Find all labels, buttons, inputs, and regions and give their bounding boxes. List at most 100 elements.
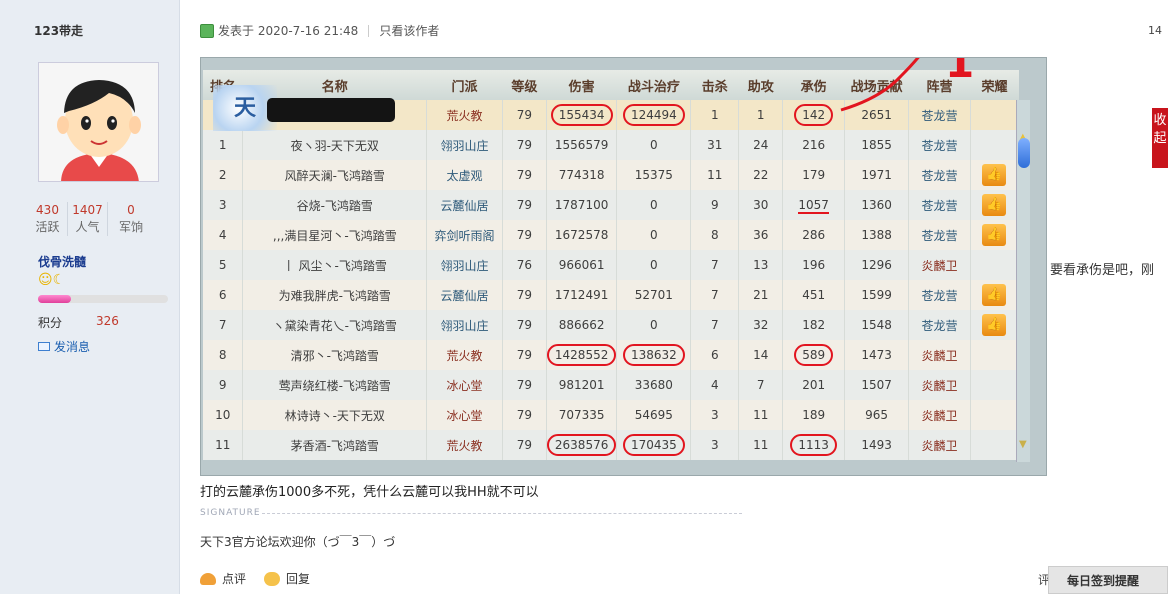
online-icon xyxy=(200,23,214,38)
daily-checkin-button[interactable]: 每日签到提醒 xyxy=(1048,566,1168,594)
cell-heal: 170435 xyxy=(616,430,692,460)
annotation-arrow xyxy=(840,58,920,112)
cell-assists: 13 xyxy=(738,250,784,280)
circled-value: 589 xyxy=(794,344,834,366)
cell-taken: 1057 xyxy=(782,190,846,220)
cell-sect: 云麓仙居 xyxy=(426,190,503,220)
next-post-preview: 要看承伤是吧，刚 xyxy=(1050,263,1155,278)
cell-level: 79 xyxy=(502,190,547,220)
cell-level: 79 xyxy=(502,160,547,190)
cell-heal: 33680 xyxy=(616,370,692,400)
cell-level: 79 xyxy=(502,220,547,250)
level-bar-fill xyxy=(38,295,71,303)
table-row[interactable]: 2 风醉天澜-飞鸿踏雪 太虚观 79 774318 15375 11 22 179 1971 苍龙营… xyxy=(203,160,1020,190)
cell-name: 莺声绕红楼-飞鸿踏雪 xyxy=(242,370,428,400)
stat-active[interactable]: 430 活跃 xyxy=(28,202,68,236)
cell-rank: 7 xyxy=(203,310,244,340)
cell-honor xyxy=(970,340,1020,370)
cell-contrib: 965 xyxy=(844,400,910,430)
cell-heal: 52701 xyxy=(616,280,692,310)
cell-honor xyxy=(970,250,1020,280)
table-row[interactable]: 10 林诗诗丶-天下无双 冰心堂 79 707335 54695 3 11 189 965 炎麟卫 xyxy=(203,400,1020,430)
cell-assists: 7 xyxy=(738,370,784,400)
cell-honor: 👍 xyxy=(970,190,1020,220)
credit-label: 积分 xyxy=(38,316,63,330)
cell-assists: 30 xyxy=(738,190,784,220)
cell-name: 林诗诗丶-天下无双 xyxy=(242,400,428,430)
cell-rank: 4 xyxy=(203,220,244,250)
cell-contrib: 1493 xyxy=(844,430,910,460)
post-image-battle-stats: 排名名称门派等级伤害战斗治疗击杀助攻承伤战场贡献阵营荣耀 荒火教79155434… xyxy=(200,57,1047,476)
stat-popularity[interactable]: 1407 人气 xyxy=(68,202,108,236)
mail-icon xyxy=(38,342,50,351)
level-bar xyxy=(38,295,168,303)
cell-damage: 981201 xyxy=(546,370,618,400)
cell-name: ,,,满目星河丶-飞鸿踏雪 xyxy=(242,220,428,250)
username[interactable]: 123带走 xyxy=(34,22,83,39)
reply-icon xyxy=(264,571,281,586)
user-panel: 123带走 430 活跃 1407 人气 0 军饷 伐骨洗髓 ☺☾ 积分 326… xyxy=(0,0,180,594)
scroll-thumb[interactable] xyxy=(1018,138,1030,168)
cell-sect: 荒火教 xyxy=(426,430,503,460)
cell-contrib: 1388 xyxy=(844,220,910,250)
thumbs-up-icon[interactable]: 👍 xyxy=(982,194,1007,216)
cell-name: 清邪丶-飞鸿踏雪 xyxy=(242,340,428,370)
cell-assists: 21 xyxy=(738,280,784,310)
cell-honor: 👍 xyxy=(970,280,1020,310)
cell-level: 79 xyxy=(502,280,547,310)
cell-sect: 翎羽山庄 xyxy=(426,250,503,280)
thumbs-up-icon[interactable]: 👍 xyxy=(982,164,1007,186)
cell-rank: 11 xyxy=(203,430,244,460)
cell-damage: 1712491 xyxy=(546,280,618,310)
cell-name: 丨 风尘丶-飞鸿踏雪 xyxy=(242,250,428,280)
cell-rank: 10 xyxy=(203,400,244,430)
thumbs-up-icon[interactable]: 👍 xyxy=(982,224,1007,246)
send-message-link[interactable]: 发消息 xyxy=(38,338,90,355)
cell-damage: 886662 xyxy=(546,310,618,340)
cell-name: 风醉天澜-飞鸿踏雪 xyxy=(242,160,428,190)
cell-contrib: 1473 xyxy=(844,340,910,370)
comment-button[interactable]: 点评 xyxy=(222,570,246,587)
cell-rank: 2 xyxy=(203,160,244,190)
cell-honor: 👍 xyxy=(970,160,1020,190)
table-row[interactable]: 4 ,,,满目星河丶-飞鸿踏雪 弈剑听雨阁 79 1672578 0 8 36 286 1388 苍… xyxy=(203,220,1020,250)
cell-damage: 2638576 xyxy=(546,430,618,460)
circled-value: 170435 xyxy=(622,434,685,456)
table-row[interactable]: 11 茅香酒-飞鸿踏雪 荒火教 79 2638576 170435 3 11 1113 1493 炎… xyxy=(203,430,1020,460)
user-group[interactable]: 伐骨洗髓 xyxy=(38,253,86,270)
table-row[interactable]: 8 清邪丶-飞鸿踏雪 荒火教 79 1428552 138632 6 14 589 1473 炎麟卫 xyxy=(203,340,1020,370)
credit-value: 326 xyxy=(96,314,119,328)
avatar[interactable] xyxy=(38,62,159,182)
cell-honor xyxy=(970,400,1020,430)
cell-taken: 589 xyxy=(782,340,846,370)
author-only-link[interactable]: 只看该作者 xyxy=(379,22,439,39)
scrollbar[interactable]: ▲ ▼ xyxy=(1016,100,1030,462)
table-row[interactable]: 5丨 风尘丶-飞鸿踏雪 翎羽山庄 76 966061 0 7 13 196 1296 炎麟卫 xyxy=(203,250,1020,280)
cell-taken: 182 xyxy=(782,310,846,340)
table-row[interactable]: 6 为难我胖虎-飞鸿踏雪 云麓仙居 79 1712491 52701 7 21 451 1599 苍… xyxy=(203,280,1020,310)
scroll-down-icon[interactable]: ▼ xyxy=(1019,439,1027,450)
cell-damage: 966061 xyxy=(546,250,618,280)
send-message-label: 发消息 xyxy=(54,340,91,354)
thumbs-up-icon[interactable]: 👍 xyxy=(982,314,1007,336)
cell-heal: 0 xyxy=(616,310,692,340)
cell-honor: 👍 xyxy=(970,310,1020,340)
table-row[interactable]: 9 莺声绕红楼-飞鸿踏雪 冰心堂 79 981201 33680 4 7 201 1507 炎麟卫 xyxy=(203,370,1020,400)
cell-name: ヽ黛染青花乀-飞鸿踏雪 xyxy=(242,310,428,340)
cell-camp: 炎麟卫 xyxy=(908,250,971,280)
cell-assists: 14 xyxy=(738,340,784,370)
favorite-tab[interactable]: 收起 xyxy=(1152,108,1168,168)
comment-icon xyxy=(200,572,216,585)
cell-camp: 苍龙营 xyxy=(908,310,971,340)
floor-number[interactable]: 14 xyxy=(1148,24,1162,37)
cell-level: 79 xyxy=(502,400,547,430)
table-row[interactable]: 3 谷烧-飞鸿踏雪 云麓仙居 79 1787100 0 9 30 1057 1360 苍龙营 👍 xyxy=(203,190,1020,220)
reply-button[interactable]: 回复 xyxy=(286,570,310,587)
user-stats: 430 活跃 1407 人气 0 军饷 xyxy=(28,202,154,236)
cell-assists: 22 xyxy=(738,160,784,190)
stat-pay[interactable]: 0 军饷 xyxy=(108,202,154,236)
cell-level: 76 xyxy=(502,250,547,280)
thumbs-up-icon[interactable]: 👍 xyxy=(982,284,1007,306)
cell-kills: 7 xyxy=(690,310,740,340)
table-row[interactable]: 7 ヽ黛染青花乀-飞鸿踏雪 翎羽山庄 79 886662 0 7 32 182 1548 苍龙营 👍 xyxy=(203,310,1020,340)
